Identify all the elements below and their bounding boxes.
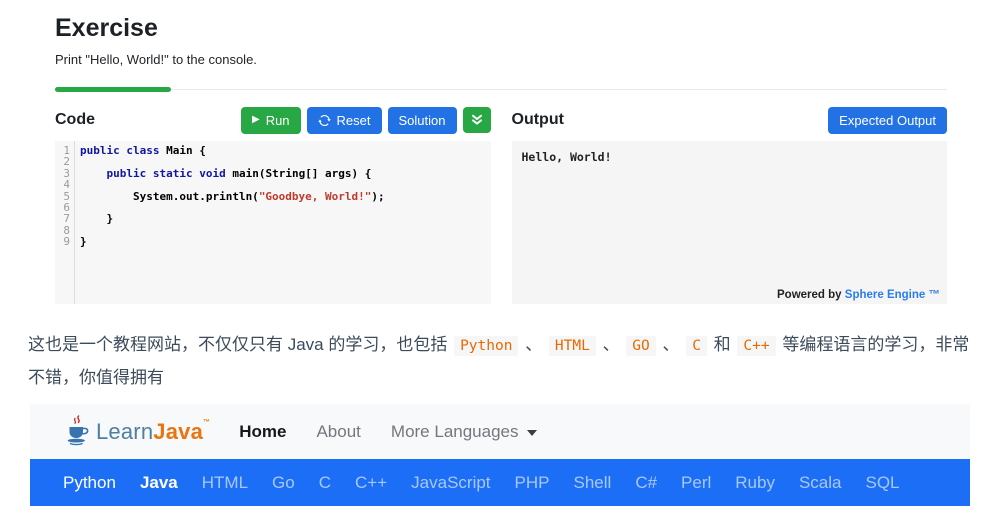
inline-code: C bbox=[686, 336, 707, 356]
tutorial-note: 这也是一个教程网站，不仅仅只有 Java 的学习，也包括 Python 、 HT… bbox=[28, 328, 972, 394]
langbar-item-c[interactable]: C# bbox=[623, 473, 669, 493]
langbar-item-go[interactable]: Go bbox=[260, 473, 307, 493]
langbar-item-c[interactable]: C bbox=[307, 473, 343, 493]
chevron-double-down-icon bbox=[471, 114, 483, 126]
logo-trademark: ™ bbox=[203, 418, 211, 426]
inline-code: GO bbox=[626, 336, 656, 356]
nav-item-about[interactable]: About bbox=[301, 422, 375, 442]
note-text: 和 bbox=[708, 335, 736, 354]
inline-code: Python bbox=[454, 336, 519, 356]
reset-button-label: Reset bbox=[336, 112, 371, 128]
expected-output-label: Expected Output bbox=[839, 112, 936, 128]
langbar-item-ruby[interactable]: Ruby bbox=[723, 473, 787, 493]
solution-button-label: Solution bbox=[398, 112, 446, 128]
java-coffee-cup-icon bbox=[62, 415, 92, 448]
langbar-item-java[interactable]: Java bbox=[128, 473, 190, 493]
exercise-subtitle: Print "Hello, World!" to the console. bbox=[55, 52, 257, 67]
site-logo[interactable]: LearnJava™ bbox=[62, 415, 210, 448]
code-panel-title: Code bbox=[55, 111, 95, 128]
langbar-item-sql[interactable]: SQL bbox=[854, 473, 912, 493]
nav-item-more-languages[interactable]: More Languages bbox=[376, 422, 552, 442]
collapse-button[interactable] bbox=[462, 107, 491, 133]
page-title: Exercise bbox=[55, 14, 158, 42]
progress-bar bbox=[55, 87, 171, 92]
output-console: Hello, World! Powered by Sphere Engine ™ bbox=[511, 141, 947, 304]
navbar-links: Home About More Languages bbox=[224, 422, 551, 442]
langbar-item-perl[interactable]: Perl bbox=[669, 473, 723, 493]
reset-button[interactable]: Reset bbox=[306, 106, 382, 134]
run-button[interactable]: ▶ Run bbox=[240, 106, 301, 134]
language-bar: Python Java HTML Go C C++ JavaScript PHP Shell C#… bbox=[30, 459, 970, 507]
note-text: 、 bbox=[657, 335, 685, 354]
inline-code: C++ bbox=[737, 336, 776, 356]
note-text: 、 bbox=[597, 335, 625, 354]
refresh-icon bbox=[317, 114, 331, 127]
exercise-panels: Code ▶ Run Reset Solution 1 2 3 4 5 6 7 … bbox=[55, 106, 947, 304]
output-text: Hello, World! bbox=[521, 150, 612, 164]
exercise-section: Exercise Print "Hello, World!" to the co… bbox=[0, 0, 1000, 304]
code-editor[interactable]: 123456789 public class Main { public sta… bbox=[55, 141, 491, 304]
note-text: 、 bbox=[520, 335, 547, 354]
site-navbar: LearnJava™ Home About More Languages bbox=[30, 404, 970, 460]
logo-learn-text: Learn bbox=[96, 418, 154, 444]
run-button-label: Run bbox=[265, 112, 290, 128]
progress-divider bbox=[55, 87, 947, 92]
line-numbers: 123456789 bbox=[55, 141, 75, 304]
langbar-item-c[interactable]: C++ bbox=[343, 473, 399, 493]
solution-button[interactable]: Solution bbox=[387, 106, 457, 134]
output-panel: Output Expected Output Hello, World! Pow… bbox=[511, 106, 947, 304]
inline-code: HTML bbox=[548, 336, 596, 356]
play-icon: ▶ bbox=[251, 114, 260, 125]
langbar-item-scala[interactable]: Scala bbox=[787, 473, 854, 493]
note-text: 这也是一个教程网站，不仅仅只有 Java 的学习，也包括 bbox=[28, 335, 453, 354]
langbar-item-html[interactable]: HTML bbox=[190, 473, 260, 493]
code-content[interactable]: public class Main { public static void m… bbox=[75, 141, 385, 304]
langbar-item-shell[interactable]: Shell bbox=[562, 473, 624, 493]
nav-item-home[interactable]: Home bbox=[224, 422, 301, 442]
embedded-site: LearnJava™ Home About More Languages Pytho… bbox=[30, 404, 970, 507]
powered-by: Powered by Sphere Engine ™ bbox=[777, 289, 940, 301]
code-panel: Code ▶ Run Reset Solution 1 2 3 4 5 6 7 … bbox=[55, 106, 491, 304]
caret-down-icon bbox=[526, 429, 537, 436]
powered-by-label: Powered by bbox=[777, 289, 842, 301]
sphere-engine-link[interactable]: Sphere Engine ™ bbox=[845, 289, 940, 301]
expected-output-button[interactable]: Expected Output bbox=[828, 106, 947, 134]
langbar-item-php[interactable]: PHP bbox=[503, 473, 562, 493]
output-panel-title: Output bbox=[511, 111, 564, 128]
logo-java-text: Java bbox=[153, 418, 204, 444]
langbar-item-javascript[interactable]: JavaScript bbox=[399, 473, 502, 493]
langbar-item-python[interactable]: Python bbox=[51, 473, 128, 493]
